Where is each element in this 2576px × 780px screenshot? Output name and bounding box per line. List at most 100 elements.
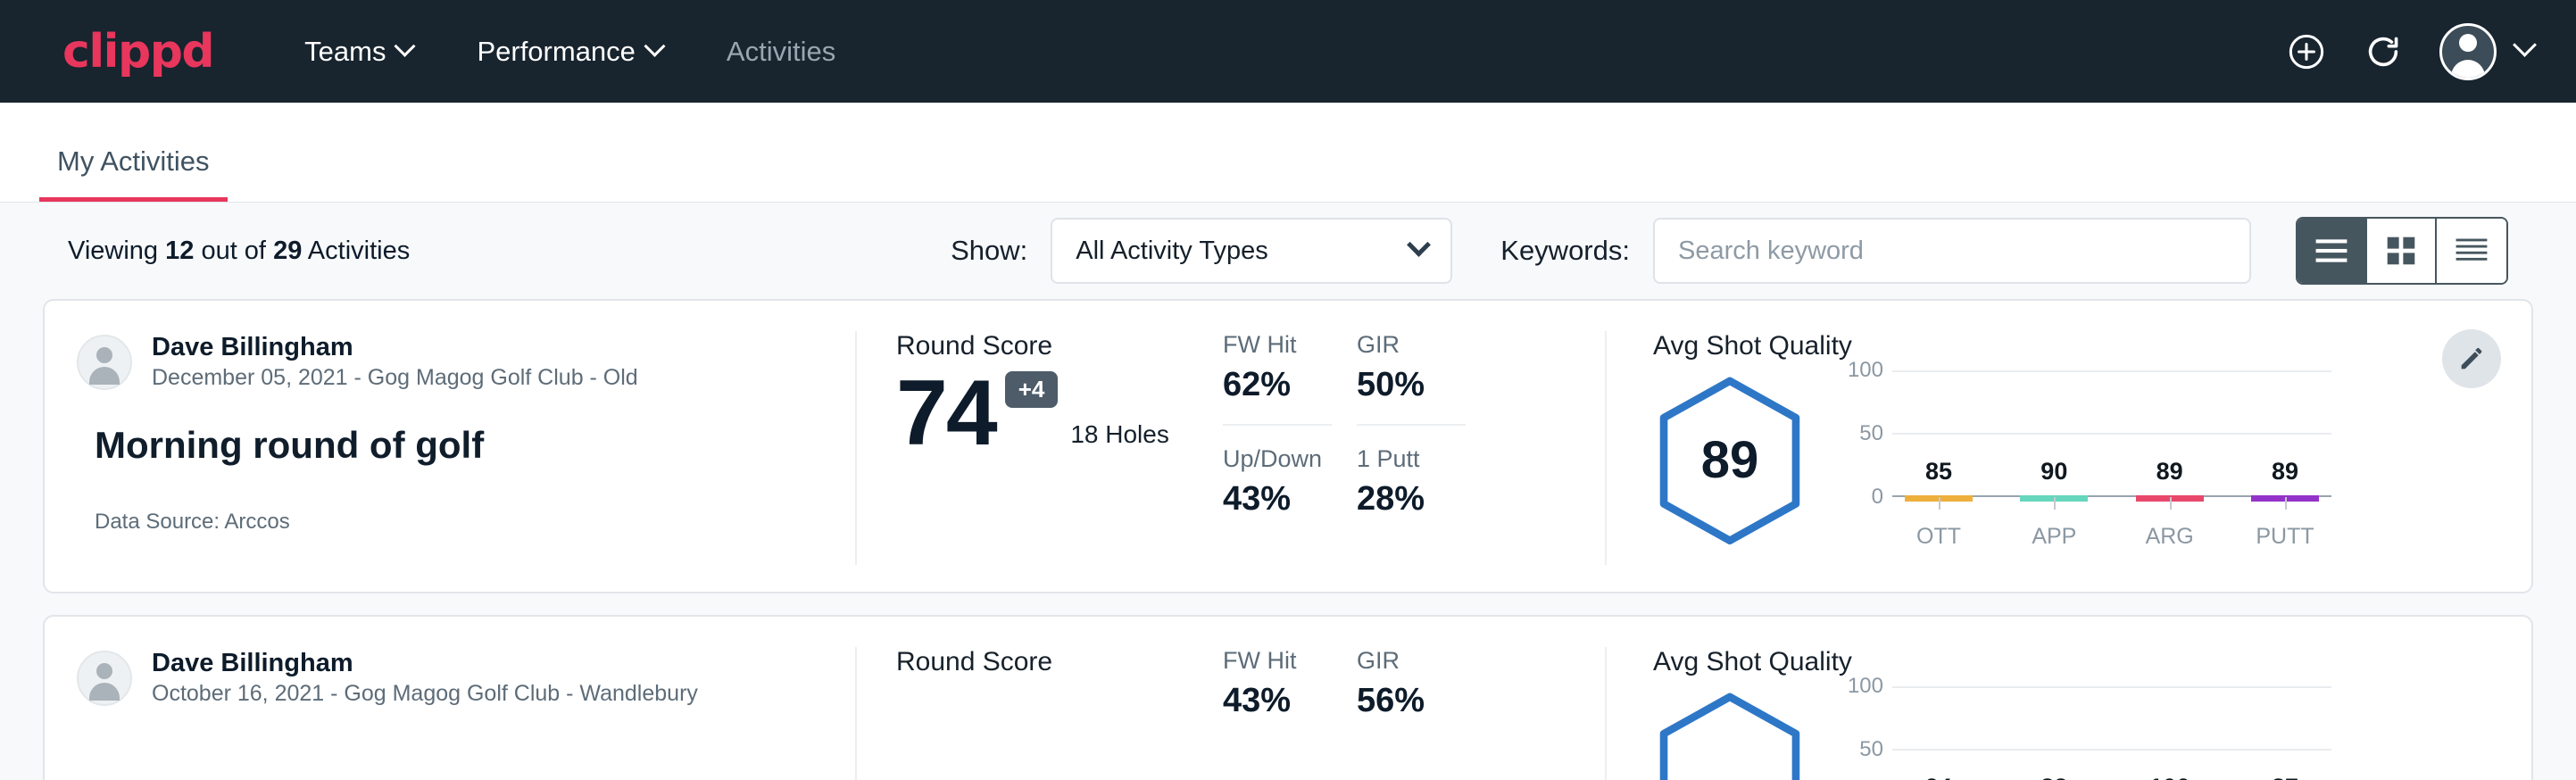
- bar-value: 87: [2272, 774, 2298, 780]
- stat-label: FW Hit: [1223, 647, 1357, 675]
- detail-list-icon: [2455, 236, 2489, 265]
- search-box[interactable]: [1653, 218, 2251, 284]
- chart-x-axis: OTTAPPARGPUTT: [1892, 497, 2331, 550]
- x-tick-label: PUTT: [2251, 497, 2319, 550]
- keywords-label: Keywords:: [1500, 235, 1630, 267]
- chart-bars: 85 90 89 89: [1892, 370, 2331, 495]
- nav-item-teams[interactable]: Teams: [272, 27, 445, 77]
- shot-quality-section: Avg Shot Quality 89 100 50: [1607, 331, 2531, 565]
- user-name: Dave Billingham: [152, 331, 638, 363]
- shot-quality-label: Avg Shot Quality: [1653, 647, 2424, 677]
- user-row: Dave Billingham October 16, 2021 - Gog M…: [77, 647, 816, 709]
- avatar-head: [2459, 34, 2477, 52]
- list-icon: [2314, 237, 2348, 264]
- stat-label: Up/Down: [1223, 445, 1357, 473]
- avatar: [2439, 23, 2497, 80]
- shot-quality-label: Avg Shot Quality: [1653, 331, 2424, 361]
- y-tick: 0: [1872, 485, 1883, 510]
- stats-row-2: Up/Down 43% 1 Putt 28%: [1223, 445, 1587, 519]
- round-score-row: 74 +4 18 Holes: [896, 367, 1205, 460]
- chart-y-axis: 100 50 0: [1841, 686, 1892, 780]
- activity-summary: Dave Billingham December 05, 2021 - Gog …: [45, 331, 857, 565]
- bar-value: 89: [2272, 458, 2298, 485]
- activity-meta: December 05, 2021 - Gog Magog Golf Club …: [152, 363, 638, 394]
- score-diff-badge: +4: [1005, 371, 1059, 408]
- grid-icon: [2386, 236, 2416, 266]
- viewing-count: 12: [165, 236, 194, 265]
- stat-label: 1 Putt: [1357, 445, 1491, 473]
- stat-value: 62%: [1223, 366, 1357, 404]
- nav-item-label: Teams: [304, 36, 386, 68]
- stat-gir: GIR 56%: [1357, 647, 1491, 720]
- detail-view-button[interactable]: [2437, 219, 2506, 283]
- stat-fw-hit: FW Hit 62%: [1223, 331, 1357, 445]
- avatar: [77, 651, 132, 706]
- nav-item-label: Performance: [477, 36, 635, 68]
- x-tick-label: APP: [2020, 497, 2088, 550]
- stat-label: GIR: [1357, 647, 1491, 675]
- clippd-logo[interactable]: clippd: [62, 29, 213, 75]
- stat-value: 43%: [1223, 682, 1357, 720]
- filter-controls: Show: All Activity Types Keywords:: [951, 217, 2508, 285]
- shot-quality-hex-wrap: [1653, 691, 1832, 780]
- shot-quality-body: 100 50 0 948210687 OTTAPPARGPUTT: [1653, 686, 2424, 780]
- user-name: Dave Billingham: [152, 647, 698, 679]
- shot-quality-chart: 100 50 0 85908989 OTTAPPARGPUTT: [1832, 370, 2331, 550]
- nav-item-performance[interactable]: Performance: [445, 27, 694, 77]
- refresh-icon[interactable]: [2363, 31, 2404, 72]
- nav-item-activities[interactable]: Activities: [694, 27, 868, 77]
- bar-value: 94: [1925, 774, 1952, 780]
- view-toggle-group: [2296, 217, 2508, 285]
- show-label: Show:: [951, 235, 1027, 267]
- y-tick: 100: [1848, 358, 1883, 383]
- holes-label: 18 Holes: [1070, 420, 1169, 449]
- shot-quality-hex-wrap: 89: [1653, 375, 1832, 546]
- plus-circle-icon[interactable]: [2286, 31, 2327, 72]
- y-tick: 50: [1859, 421, 1883, 446]
- tab-my-activities[interactable]: My Activities: [39, 145, 228, 202]
- avatar: [77, 335, 132, 390]
- y-tick: 100: [1848, 674, 1883, 699]
- bar-value: 106: [2149, 774, 2190, 780]
- bar-value: 89: [2156, 458, 2183, 485]
- list-view-button[interactable]: [2298, 219, 2367, 283]
- shot-quality-value: 89: [1701, 430, 1759, 490]
- activity-card[interactable]: Dave Billingham October 16, 2021 - Gog M…: [43, 615, 2533, 780]
- activity-card[interactable]: Dave Billingham December 05, 2021 - Gog …: [43, 299, 2533, 593]
- activity-meta: October 16, 2021 - Gog Magog Golf Club -…: [152, 679, 698, 709]
- bar-value: 90: [2040, 458, 2067, 485]
- search-input[interactable]: [1678, 236, 2226, 266]
- avatar-body: [2451, 60, 2485, 80]
- page-content: Viewing 12 out of 29 Activities Show: Al…: [0, 203, 2576, 780]
- stat-value: 50%: [1357, 366, 1491, 404]
- chevron-down-icon: [644, 36, 665, 57]
- pencil-icon: [2456, 344, 2487, 374]
- avatar-body: [89, 683, 120, 701]
- bar-value: 82: [2040, 774, 2067, 780]
- round-score-label: Round Score: [896, 647, 1205, 677]
- grid-view-button[interactable]: [2367, 219, 2437, 283]
- activity-type-select[interactable]: All Activity Types: [1051, 218, 1452, 284]
- activity-type-value: All Activity Types: [1076, 236, 1267, 266]
- bar-value: 85: [1925, 458, 1952, 485]
- user-row: Dave Billingham December 05, 2021 - Gog …: [77, 331, 816, 394]
- divider: [1223, 424, 1332, 426]
- shot-quality-chart: 100 50 0 948210687 OTTAPPARGPUTT: [1832, 686, 2331, 780]
- hexagon-icon: [1653, 691, 1807, 780]
- chart-plot: 100 50 0 85908989: [1841, 370, 2331, 497]
- data-source: Data Source: Arccos: [95, 510, 816, 535]
- chevron-down-icon: [2513, 33, 2537, 57]
- stat-label: GIR: [1357, 331, 1491, 359]
- edit-activity-button[interactable]: [2442, 329, 2501, 388]
- stat-gir: GIR 50%: [1357, 331, 1491, 445]
- viewing-suffix: Activities: [308, 236, 410, 265]
- stats-section: FW Hit 43% GIR 56%: [1223, 647, 1607, 780]
- stat-value: 28%: [1357, 480, 1491, 519]
- chevron-down-icon: [1407, 232, 1431, 256]
- filter-bar: Viewing 12 out of 29 Activities Show: Al…: [43, 203, 2533, 299]
- activity-title: Morning round of golf: [95, 424, 816, 467]
- shot-quality-section: Avg Shot Quality 100 50: [1607, 647, 2531, 780]
- account-menu[interactable]: [2439, 23, 2533, 80]
- stats-row-1: FW Hit 43% GIR 56%: [1223, 647, 1587, 720]
- main-nav: Teams Performance Activities: [272, 27, 868, 77]
